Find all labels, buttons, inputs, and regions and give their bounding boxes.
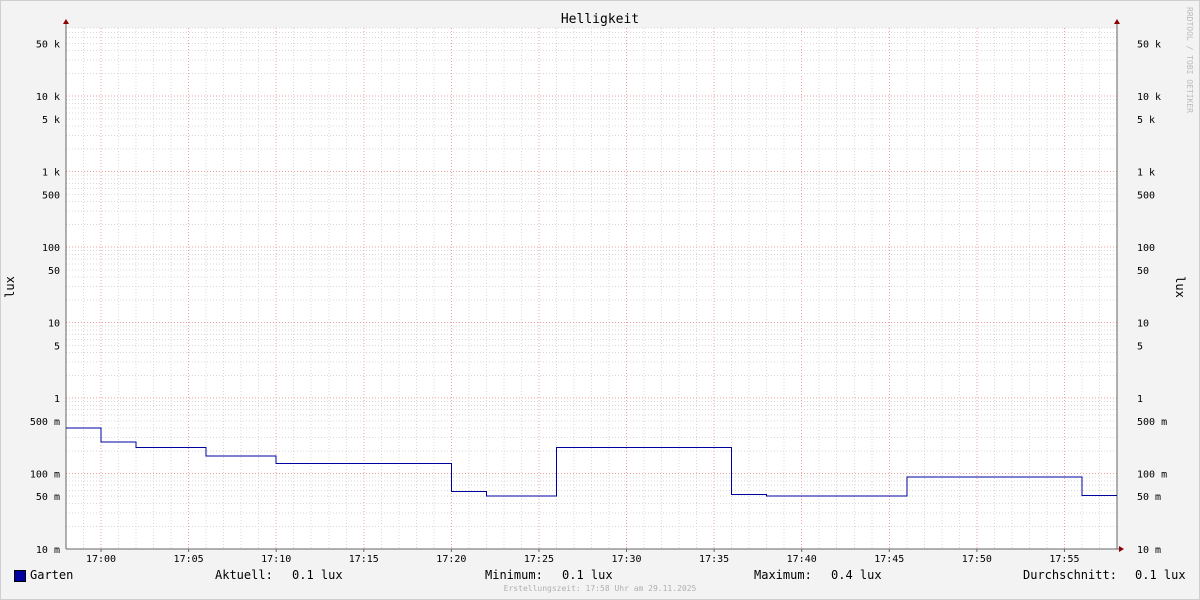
- y-tick-label-left: 10 m: [36, 545, 60, 556]
- x-tick-label: 17:30: [611, 554, 641, 565]
- y-tick-label-left: 500: [42, 190, 60, 201]
- legend-max-label: Maximum:: [754, 568, 812, 582]
- y-tick-label-left: 100 m: [30, 470, 60, 481]
- chart-svg: Helligkeit lux lux RRDTOOL / TOBI OETIKE…: [3, 7, 1194, 565]
- y-axis-label-right: lux: [1173, 276, 1187, 298]
- y-tick-label-right: 5 k: [1137, 115, 1155, 126]
- legend-min-label: Minimum:: [485, 568, 543, 582]
- x-tick-label: 17:10: [261, 554, 291, 565]
- legend-series-name: Garten: [30, 568, 74, 582]
- x-tick-label: 17:25: [524, 554, 554, 565]
- y-tick-label-left: 5: [54, 341, 60, 352]
- x-tick-label: 17:55: [1049, 554, 1079, 565]
- y-tick-label-right: 10 m: [1137, 545, 1161, 556]
- watermark: RRDTOOL / TOBI OETIKER: [1185, 7, 1194, 113]
- x-tick-label: 17:20: [436, 554, 466, 565]
- y-tick-label-left: 50: [48, 266, 60, 277]
- legend-current-label: Aktuell:: [215, 568, 273, 582]
- y-tick-label-left: 10 k: [36, 92, 60, 103]
- y-tick-label-right: 5: [1137, 341, 1143, 352]
- y-tick-label-left: 100: [42, 243, 60, 254]
- y-tick-label-right: 50 k: [1137, 39, 1161, 50]
- legend-row: Garten Aktuell: 0.1 lux Minimum: 0.1 lux…: [0, 566, 1200, 584]
- y-tick-label-right: 10: [1137, 319, 1149, 330]
- y-tick-label-right: 500 m: [1137, 417, 1167, 428]
- y-tick-label-right: 50 m: [1137, 492, 1161, 503]
- grid-layer: [66, 27, 1117, 550]
- y-tick-label-right: 50: [1137, 266, 1149, 277]
- y-axis-arrow-right-icon: [1114, 19, 1120, 24]
- y-tick-label-left: 1: [54, 394, 60, 405]
- legend-min-value: 0.1 lux: [562, 568, 613, 582]
- legend-max-value: 0.4 lux: [831, 568, 882, 582]
- x-tick-label: 17:50: [962, 554, 992, 565]
- y-tick-label-left: 10: [48, 319, 60, 330]
- y-tick-label-left: 50 m: [36, 492, 60, 503]
- chart-title: Helligkeit: [561, 12, 639, 27]
- y-tick-label-left: 500 m: [30, 417, 60, 428]
- x-tick-label: 17:40: [787, 554, 817, 565]
- x-tick-label: 17:35: [699, 554, 729, 565]
- legend-avg-value: 0.1 lux: [1135, 568, 1186, 582]
- x-tick-label: 17:15: [349, 554, 379, 565]
- y-tick-label-right: 1 k: [1137, 168, 1155, 179]
- y-tick-label-left: 50 k: [36, 39, 60, 50]
- y-tick-label-left: 1 k: [42, 168, 60, 179]
- x-tick-label: 17:00: [86, 554, 116, 565]
- x-axis-arrow-icon: [1119, 546, 1124, 552]
- y-tick-label-right: 100 m: [1137, 470, 1167, 481]
- y-tick-label-left: 5 k: [42, 115, 60, 126]
- legend-current-value: 0.1 lux: [292, 568, 343, 582]
- legend-avg-label: Durchschnitt:: [1023, 568, 1117, 582]
- x-tick-label: 17:45: [874, 554, 904, 565]
- x-tick-label: 17:05: [174, 554, 204, 565]
- y-axis-label-left: lux: [3, 276, 17, 298]
- y-tick-label-right: 100: [1137, 243, 1155, 254]
- y-tick-label-right: 1: [1137, 394, 1143, 405]
- creation-timestamp: Erstellungszeit: 17:58 Uhr am 29.11.2025: [503, 584, 697, 593]
- y-tick-label-right: 10 k: [1137, 92, 1161, 103]
- y-axis-arrow-left-icon: [63, 19, 69, 24]
- legend-swatch-garten: [14, 570, 26, 582]
- y-tick-label-right: 500: [1137, 190, 1155, 201]
